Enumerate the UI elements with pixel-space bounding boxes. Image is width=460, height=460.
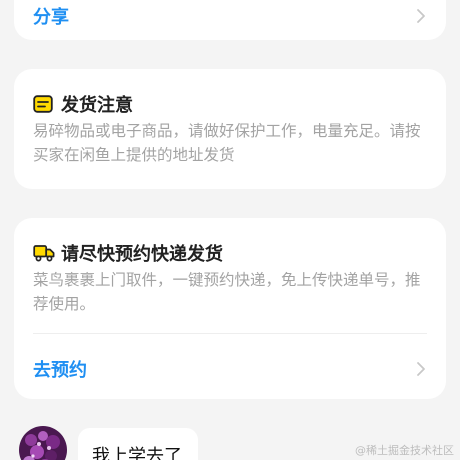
receipt-icon [33,93,55,115]
book-pickup-button[interactable]: 去预约 [33,356,426,382]
chevron-right-icon [417,9,425,23]
express-body: 菜鸟裹裹上门取件，一键预约快递，免上传快递单号，推荐使用。 [33,271,421,313]
delivery-truck-icon [33,242,55,264]
chat-bubble[interactable]: 我上学去了 [78,428,198,460]
notice-title: 发货注意 [61,95,133,116]
book-pickup-label: 去预约 [33,360,87,381]
share-row[interactable]: 分享 [33,3,426,29]
chevron-right-icon [417,362,425,376]
share-card[interactable]: 分享 [14,0,446,40]
share-label: 分享 [33,7,69,28]
shipping-notice-card: 发货注意 易碎物品或电子商品，请做好保护工作，电量充足。请按买家在闲鱼上提供的地… [14,69,446,189]
notice-header: 发货注意 [33,91,133,117]
express-title: 请尽快预约快递发货 [61,244,223,265]
express-booking-card: 请尽快预约快递发货 菜鸟裹裹上门取件，一键预约快递，免上传快递单号，推荐使用。 … [14,218,446,399]
notice-body: 易碎物品或电子商品，请做好保护工作，电量充足。请按买家在闲鱼上提供的地址发货 [33,122,421,164]
watermark: @稀土掘金技术社区 [355,444,454,457]
express-header: 请尽快预约快递发货 [33,240,223,266]
order-detail-screen: 分享 发货注意 易碎物品或电子商品，请做好保护工作，电量充足。请按买家在闲鱼上提… [0,0,460,460]
avatar[interactable] [19,426,67,460]
divider [33,333,427,334]
